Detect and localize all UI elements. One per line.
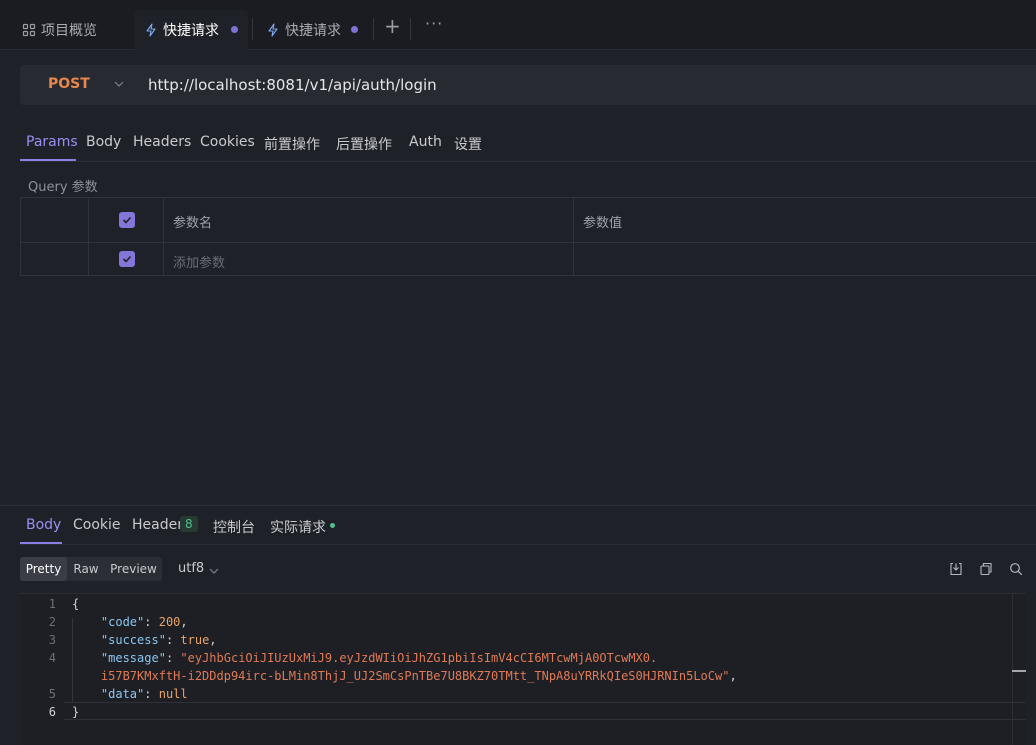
- format-pretty-button[interactable]: Pretty: [20, 557, 67, 581]
- tab-headers[interactable]: Headers: [133, 134, 191, 150]
- json-value: null: [158, 687, 188, 701]
- drag-cell: [21, 243, 89, 275]
- json-brace: {: [72, 597, 80, 611]
- line-number: 2: [48, 615, 56, 629]
- select-all-cell: [89, 198, 164, 242]
- tab-separator: [373, 18, 374, 40]
- url-bar: POST: [20, 65, 1036, 105]
- json-string-value: "eyJhbGciOiJIUzUxMiJ9.eyJzdWIiOiJhZG1pbi…: [180, 651, 658, 665]
- chevron-down-icon[interactable]: [114, 77, 124, 87]
- column-header-name: 参数名: [164, 198, 574, 242]
- row-checkbox-cell: [89, 243, 164, 275]
- request-tabs: Params Body Headers Cookies 前置操作 后置操作 Au…: [20, 122, 1036, 162]
- line-number: 3: [48, 633, 56, 647]
- json-value: 200: [158, 615, 181, 629]
- more-tabs-button[interactable]: ···: [425, 14, 443, 33]
- json-key: "message": [100, 651, 166, 665]
- table-header-row: 参数名 参数值: [21, 198, 1036, 243]
- response-body-editor[interactable]: 1 2 3 4 5 6 { "code": 200, "success": tr…: [20, 593, 1026, 745]
- json-string-value: i57B7KMxftH-i2DDdp94irc-bLMin8ThjJ_UJ2Sm…: [100, 669, 730, 683]
- add-tab-button[interactable]: +: [384, 16, 401, 36]
- code-line: i57B7KMxftH-i2DDdp94irc-bLMin8ThjJ_UJ2Sm…: [100, 669, 737, 683]
- header-count-badge: 8: [180, 516, 198, 532]
- row-checkbox[interactable]: [119, 251, 135, 267]
- json-key: "data": [100, 687, 145, 701]
- chevron-down-icon[interactable]: [209, 564, 219, 574]
- params-table: 参数名 参数值 添加参数: [20, 197, 1036, 276]
- tab-label: 项目概览: [41, 23, 97, 39]
- tab-pre-operations[interactable]: 前置操作: [264, 134, 320, 154]
- format-preview-button[interactable]: Preview: [105, 557, 162, 581]
- line-number: 4: [48, 651, 56, 665]
- url-input[interactable]: [148, 73, 1008, 97]
- code-line: "success": true,: [100, 633, 217, 647]
- tab-quick-request[interactable]: 快捷请求: [256, 10, 368, 50]
- query-params-label: Query 参数: [28, 180, 98, 195]
- format-raw-button[interactable]: Raw: [67, 557, 105, 581]
- grid-icon: [22, 23, 36, 37]
- tab-settings[interactable]: 设置: [454, 134, 482, 154]
- unsaved-dot-icon: [231, 26, 238, 33]
- unsaved-dot-icon: [351, 26, 358, 33]
- code-line: {: [72, 597, 79, 611]
- status-dot-icon: [330, 523, 335, 528]
- tab-label: 快捷请求: [285, 23, 341, 39]
- tab-params[interactable]: Params: [26, 134, 78, 150]
- tab-body[interactable]: Body: [86, 134, 121, 150]
- tab-project-overview[interactable]: 项目概览: [22, 10, 97, 50]
- download-icon[interactable]: [949, 562, 963, 576]
- search-icon[interactable]: [1009, 562, 1023, 576]
- encoding-select[interactable]: utf8: [178, 561, 204, 576]
- tab-label: 快捷请求: [163, 23, 219, 39]
- json-key: "success": [100, 633, 166, 647]
- tab-separator: [410, 18, 411, 40]
- tab-cookies[interactable]: Cookies: [200, 134, 255, 150]
- active-tab-indicator: [20, 159, 76, 161]
- json-brace: }: [72, 705, 80, 719]
- tab-response-cookie[interactable]: Cookie: [73, 517, 121, 533]
- line-number: 6: [48, 705, 56, 719]
- param-value-input[interactable]: [574, 243, 1036, 275]
- copy-icon[interactable]: [979, 562, 993, 576]
- drag-cell: [21, 198, 89, 242]
- column-header-name-label: 参数名: [173, 216, 213, 231]
- tab-actual-request[interactable]: 实际请求: [270, 517, 326, 537]
- code-line: }: [72, 705, 79, 719]
- tab-console[interactable]: 控制台: [213, 517, 255, 537]
- param-name-input[interactable]: 添加参数: [164, 243, 574, 275]
- line-number: 1: [48, 597, 56, 611]
- format-toggle: Pretty Raw Preview: [20, 557, 162, 581]
- current-line-highlight: [64, 702, 1026, 720]
- tab-response-body[interactable]: Body: [26, 517, 61, 533]
- scrollbar-thumb[interactable]: [1012, 670, 1026, 672]
- json-key: "code": [100, 615, 145, 629]
- line-number: 5: [48, 687, 56, 701]
- tab-bar: 项目概览 快捷请求 快捷请求 + ···: [0, 0, 1036, 50]
- active-tab-indicator: [20, 542, 62, 544]
- column-header-value-label: 参数值: [583, 216, 623, 231]
- code-line: "data": null: [100, 687, 188, 701]
- tab-post-operations[interactable]: 后置操作: [336, 134, 392, 154]
- column-header-value: 参数值: [574, 198, 1036, 242]
- json-value: true: [180, 633, 210, 647]
- tab-response-header[interactable]: Header: [132, 517, 183, 533]
- code-line: "code": 200,: [100, 615, 188, 629]
- tab-separator: [252, 18, 253, 40]
- method-select[interactable]: POST: [48, 76, 90, 92]
- table-row: 添加参数: [21, 243, 1036, 276]
- tab-auth[interactable]: Auth: [409, 134, 442, 150]
- add-param-placeholder: 添加参数: [173, 256, 226, 271]
- lightning-icon: [144, 23, 158, 37]
- response-tabs: Body Cookie Header 8 控制台 实际请求: [20, 505, 1036, 545]
- lightning-icon: [266, 23, 280, 37]
- select-all-checkbox[interactable]: [119, 212, 135, 228]
- code-line: "message": "eyJhbGciOiJIUzUxMiJ9.eyJzdWI…: [100, 651, 658, 665]
- editor-scrollbar[interactable]: [1012, 593, 1026, 745]
- tab-quick-request-active[interactable]: 快捷请求: [134, 10, 248, 50]
